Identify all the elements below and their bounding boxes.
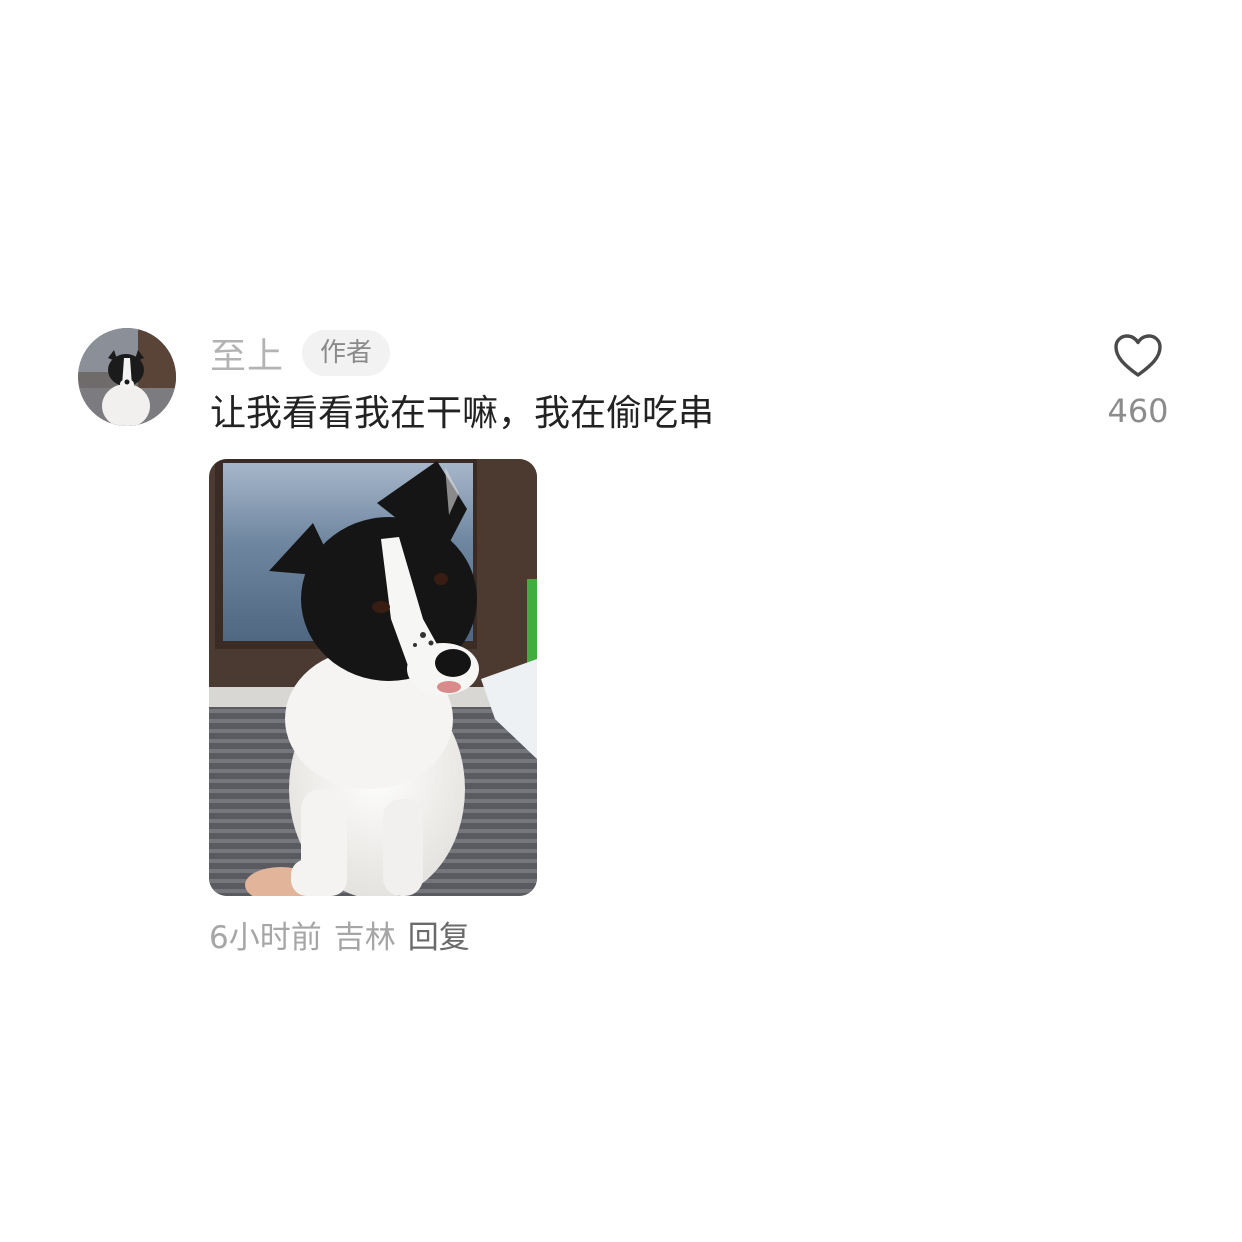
comment-location: 吉林 [333,919,396,956]
avatar-dog-image [78,328,176,426]
like-button[interactable]: 460 [1098,330,1178,430]
comment-image[interactable] [209,459,537,896]
comment-item: 至上 作者 让我看看我在干嘛，我在偷吃串 6小时前 吉林 回复 460 [0,0,1242,1242]
author-avatar[interactable] [78,328,176,426]
comment-text: 让我看看我在干嘛，我在偷吃串 [210,393,715,434]
like-count: 460 [1107,392,1169,430]
comment-meta: 6小时前 吉林 回复 [209,912,470,956]
dog-photo [209,459,537,896]
heart-outline-icon [1114,334,1162,377]
author-badge: 作者 [302,330,391,376]
reply-button[interactable]: 回复 [408,912,470,957]
author-name[interactable]: 至上 [210,327,284,379]
author-row: 至上 作者 [210,327,391,379]
comment-time: 6小时前 [209,919,322,956]
